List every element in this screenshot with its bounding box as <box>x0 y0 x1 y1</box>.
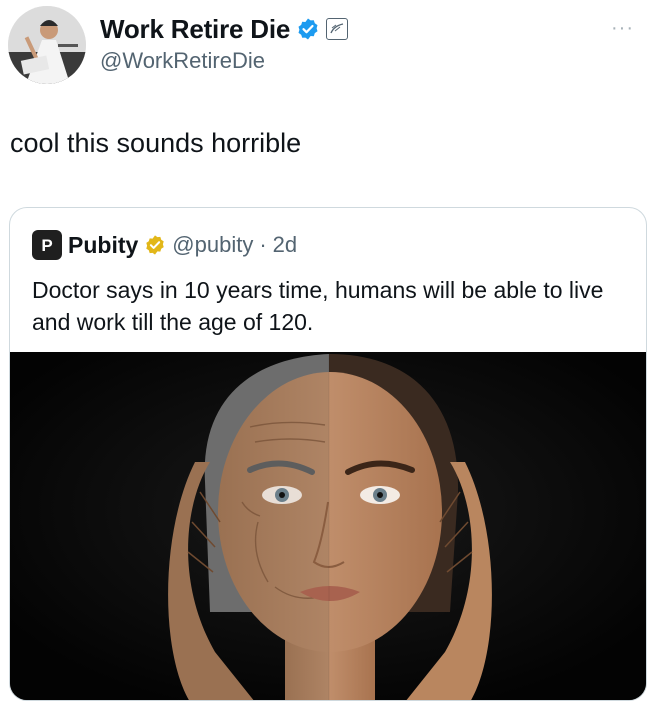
quoted-display-name[interactable]: Pubity <box>68 232 138 259</box>
avatar-illustration <box>8 6 86 84</box>
half-aged-face-photo <box>10 352 646 700</box>
verified-badge-icon <box>296 17 320 41</box>
affiliate-badge-icon[interactable] <box>326 18 349 40</box>
svg-text:P: P <box>41 236 52 255</box>
quoted-handle[interactable]: @pubity <box>172 232 253 258</box>
quoted-media-image[interactable] <box>10 352 646 700</box>
author-avatar[interactable] <box>8 6 86 84</box>
tweet-text: cool this sounds horrible <box>10 128 302 158</box>
author-handle[interactable]: @WorkRetireDie <box>100 48 265 74</box>
separator-dot: · <box>259 232 267 257</box>
quoted-tweet-header: P Pubity @pubity · 2d <box>32 230 297 260</box>
quoted-timestamp[interactable]: 2d <box>273 232 297 258</box>
author-display-name[interactable]: Work Retire Die <box>100 14 290 45</box>
quoted-tweet-text: Doctor says in 10 years time, humans wil… <box>32 277 604 335</box>
more-options-icon[interactable]: ··· <box>611 18 634 38</box>
author-name-row: Work Retire Die <box>100 12 349 46</box>
quoted-tweet-card[interactable]: P Pubity @pubity · 2d Doctor says in 10 … <box>9 207 647 701</box>
gold-verified-badge-icon <box>144 234 166 256</box>
pubity-logo-icon[interactable]: P <box>32 230 62 260</box>
